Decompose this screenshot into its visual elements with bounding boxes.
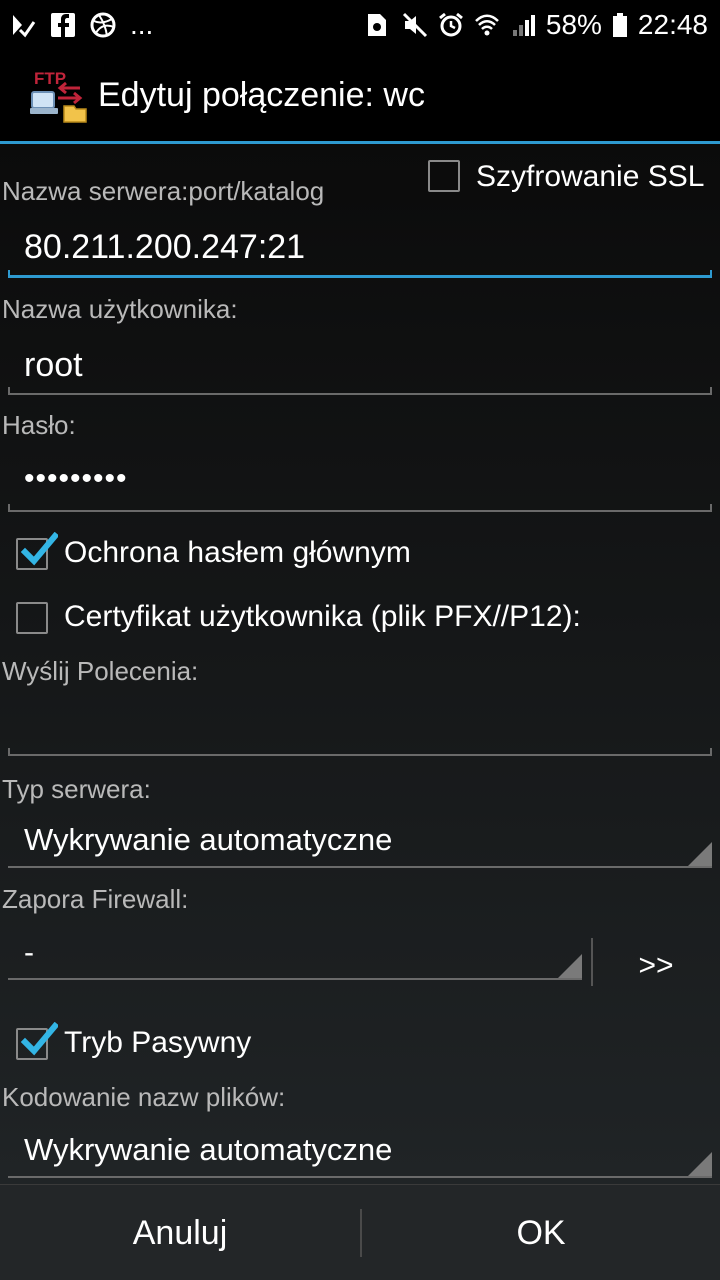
facebook-icon bbox=[50, 12, 76, 38]
firewall-select[interactable]: - bbox=[24, 936, 34, 970]
ssl-checkbox[interactable] bbox=[428, 160, 460, 192]
server-label: Nazwa serwera:port/katalog bbox=[2, 176, 325, 206]
alarm-icon bbox=[438, 12, 464, 38]
username-input[interactable]: root bbox=[24, 346, 83, 385]
password-label: Hasło: bbox=[2, 410, 76, 440]
mute-icon bbox=[402, 12, 428, 38]
server-type-underline bbox=[8, 866, 712, 868]
signal-icon bbox=[510, 12, 536, 38]
sim-icon bbox=[366, 12, 392, 38]
master-password-checkbox[interactable] bbox=[16, 532, 58, 570]
username-input-underline bbox=[8, 387, 712, 395]
battery-icon bbox=[612, 12, 628, 38]
dribbble-icon bbox=[90, 12, 116, 38]
server-type-dropdown-icon[interactable] bbox=[688, 842, 712, 866]
firewall-settings-button[interactable]: >> bbox=[604, 938, 708, 994]
username-label: Nazwa użytkownika: bbox=[2, 294, 238, 324]
connection-form: Nazwa serwera:port/katalog Szyfrowanie S… bbox=[0, 144, 720, 1184]
encoding-label: Kodowanie nazw plików: bbox=[2, 1082, 286, 1112]
clock: 22:48 bbox=[637, 9, 708, 40]
commands-input-underline bbox=[8, 748, 712, 756]
dialog-buttons: Anuluj OK bbox=[0, 1184, 720, 1280]
cancel-button[interactable]: Anuluj bbox=[0, 1185, 360, 1280]
play-check-icon bbox=[10, 12, 36, 38]
firewall-label: Zapora Firewall: bbox=[2, 884, 189, 914]
commands-label: Wyślij Polecenia: bbox=[2, 656, 199, 686]
status-bar-left: ... bbox=[10, 8, 153, 42]
password-input-underline bbox=[8, 504, 712, 512]
page-title: Edytuj połączenie: wc bbox=[98, 76, 425, 114]
more-notifications: ... bbox=[130, 9, 154, 40]
server-type-label: Typ serwera: bbox=[2, 774, 151, 804]
ok-button[interactable]: OK bbox=[362, 1185, 720, 1280]
server-input-underline bbox=[8, 270, 712, 278]
certificate-label[interactable]: Certyfikat użytkownika (plik PFX//P12): bbox=[64, 600, 581, 634]
encoding-dropdown-icon[interactable] bbox=[688, 1152, 712, 1176]
encoding-select[interactable]: Wykrywanie automatyczne bbox=[24, 1132, 392, 1168]
master-password-label[interactable]: Ochrona hasłem głównym bbox=[64, 536, 411, 570]
firewall-underline bbox=[8, 978, 582, 980]
passive-mode-checkbox[interactable] bbox=[16, 1022, 58, 1060]
status-bar: ... 58% 22:48 bbox=[0, 0, 720, 50]
checkmark-icon bbox=[20, 1022, 58, 1056]
encoding-underline bbox=[8, 1176, 712, 1178]
firewall-button-divider bbox=[591, 938, 593, 986]
ftp-app-icon: FTP bbox=[28, 66, 88, 126]
checkmark-icon bbox=[20, 532, 58, 566]
status-bar-right: 58% 22:48 bbox=[366, 8, 708, 42]
title-bar: FTP Edytuj połączenie: wc bbox=[0, 50, 720, 142]
password-input[interactable]: ••••••••• bbox=[24, 462, 128, 496]
server-type-select[interactable]: Wykrywanie automatyczne bbox=[24, 822, 392, 858]
server-input[interactable]: 80.211.200.247:21 bbox=[24, 228, 305, 267]
wifi-icon bbox=[474, 12, 500, 38]
battery-percent: 58% bbox=[545, 9, 602, 40]
ssl-label[interactable]: Szyfrowanie SSL bbox=[476, 160, 704, 194]
firewall-dropdown-icon[interactable] bbox=[558, 954, 582, 978]
passive-mode-label[interactable]: Tryb Pasywny bbox=[64, 1026, 251, 1060]
certificate-checkbox[interactable] bbox=[16, 602, 48, 634]
